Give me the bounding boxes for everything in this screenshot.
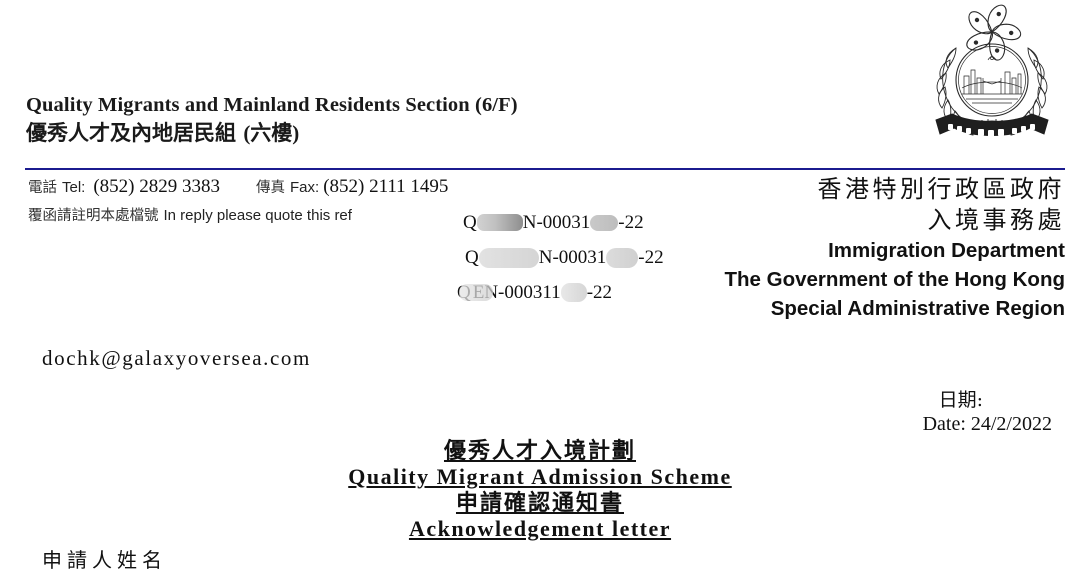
hk-immigration-department-crest-icon bbox=[926, 2, 1058, 142]
government-english-line-2: Special Administrative Region bbox=[770, 297, 1065, 320]
title-line-chinese-letter: 申請確認通知書 bbox=[0, 490, 1080, 516]
title-english-letter-text: Acknowledgement letter bbox=[408, 516, 672, 541]
section-heading-chinese-text: 優秀人才及內地居民組 bbox=[26, 120, 236, 145]
date-value-english: Date: 24/2/2022 bbox=[922, 413, 1052, 435]
title-chinese-letter-text: 申請確認通知書 bbox=[455, 490, 624, 516]
department-chinese-line: 入境事務處 bbox=[927, 206, 1065, 234]
reference-label-english: In reply please quote this ref bbox=[163, 207, 352, 224]
telephone-row: 電話 Tel: (852) 2829 3383 傳真 Fax: (852) 21… bbox=[28, 176, 688, 204]
government-header-block: 香港特別行政區政府 入境事務處 Immigration Department T… bbox=[635, 174, 1065, 323]
redaction-mark bbox=[560, 283, 587, 302]
fax-value: (852) 2111 1495 bbox=[323, 176, 449, 197]
telephone-label-english: Tel: bbox=[62, 179, 86, 196]
title-line-chinese-scheme: 優秀人才入境計劃 bbox=[0, 438, 1080, 464]
fax-label-chinese: 傳真 bbox=[256, 180, 285, 196]
redaction-mark bbox=[476, 214, 523, 231]
redaction-mark bbox=[478, 247, 539, 268]
reference-2-middle: N-00031 bbox=[538, 246, 607, 268]
body-first-line: 申請人姓名 bbox=[42, 548, 167, 572]
header-divider-rule bbox=[25, 168, 1065, 170]
document-page: Quality Migrants and Mainland Residents … bbox=[0, 0, 1080, 572]
section-heading-english: Quality Migrants and Mainland Residents … bbox=[26, 94, 518, 116]
title-line-english-scheme: Quality Migrant Admission Scheme bbox=[0, 464, 1080, 490]
section-heading: Quality Migrants and Mainland Residents … bbox=[26, 92, 726, 148]
section-heading-floor: (六樓) bbox=[243, 121, 300, 145]
date-label-chinese: 日期: bbox=[938, 389, 983, 411]
redaction-mark bbox=[606, 247, 639, 268]
recipient-email: dochk@galaxyoversea.com bbox=[42, 346, 311, 370]
reference-3-suffix: -22 bbox=[586, 281, 613, 303]
document-title-block: 優秀人才入境計劃 Quality Migrant Admission Schem… bbox=[0, 438, 1080, 542]
government-chinese-line-1: 香港特別行政區政府 bbox=[817, 175, 1065, 203]
section-heading-chinese: 優秀人才及內地居民組 (六樓) bbox=[26, 118, 726, 148]
department-english-line: Immigration Department bbox=[828, 239, 1065, 262]
reference-1-middle: N-00031 bbox=[522, 211, 591, 233]
telephone-value: (852) 2829 3383 bbox=[93, 176, 220, 197]
title-line-english-letter: Acknowledgement letter bbox=[0, 516, 1080, 542]
redaction-mark bbox=[458, 284, 493, 301]
reference-1-prefix: Q bbox=[463, 211, 477, 233]
fax-label-english: Fax: bbox=[290, 179, 320, 196]
reference-2-prefix: Q bbox=[465, 246, 479, 268]
title-english-scheme-text: Quality Migrant Admission Scheme bbox=[348, 464, 732, 489]
telephone-label-chinese: 電話 bbox=[28, 180, 57, 196]
title-chinese-scheme-text: 優秀人才入境計劃 bbox=[443, 438, 636, 464]
government-english-line-1: The Government of the Hong Kong bbox=[724, 268, 1065, 291]
date-block: 日期: Date: 24/2/2022 bbox=[735, 388, 1065, 437]
reference-label-chinese: 覆函請註明本處檔號 bbox=[28, 208, 159, 224]
redaction-mark bbox=[590, 214, 619, 231]
